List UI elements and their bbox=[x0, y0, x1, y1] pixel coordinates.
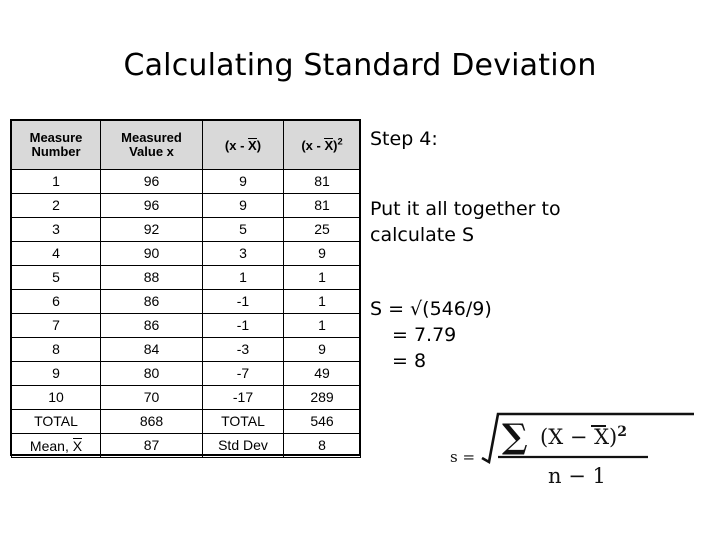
denominator-expression: n − 1 bbox=[548, 464, 606, 488]
header-line-2: Number bbox=[31, 144, 81, 159]
notes-panel: Step 4: Put it all together to calculate… bbox=[370, 126, 714, 374]
deviation-close-paren: ) bbox=[256, 138, 262, 154]
numerator-x-bar: X bbox=[594, 425, 609, 449]
cell-deviation: 1 bbox=[202, 265, 284, 290]
cell-deviation-squared: 9 bbox=[283, 241, 361, 266]
cell-measured-value: 70 bbox=[100, 385, 203, 410]
cell-measure-number: 4 bbox=[11, 241, 101, 266]
deviation-sq-open-paren: (x - bbox=[301, 138, 325, 154]
cell-deviation: 5 bbox=[202, 217, 284, 242]
instruction-line-1: Put it all together to bbox=[370, 198, 561, 220]
cell-measured-value: 96 bbox=[100, 193, 203, 218]
calculation-block: S = √(546/9) = 7.79 = 8 bbox=[370, 296, 714, 374]
deviation-open-paren: (x - bbox=[224, 138, 249, 154]
cell-measured-value: 86 bbox=[100, 313, 203, 338]
cell-measured-value: 96 bbox=[100, 169, 203, 194]
table-row: 6 86 -1 1 bbox=[11, 289, 361, 314]
instruction-block: Put it all together to calculate S bbox=[370, 196, 714, 248]
formula-lhs: s = bbox=[450, 448, 475, 466]
table-row: 2 96 9 81 bbox=[11, 193, 361, 218]
cell-deviation-squared: 49 bbox=[283, 361, 361, 386]
table-row: 3 92 5 25 bbox=[11, 217, 361, 242]
header-line-2: Value x bbox=[129, 144, 174, 159]
cell-measured-value: 86 bbox=[100, 289, 203, 314]
cell-measure-number: 7 bbox=[11, 313, 101, 338]
table-row: 7 86 -1 1 bbox=[11, 313, 361, 338]
cell-deviation-squared: 9 bbox=[283, 337, 361, 362]
table-header-row: Measure Number Measured Value x (x - X) … bbox=[11, 120, 361, 170]
x-bar-symbol: X bbox=[248, 138, 257, 154]
cell-deviation: -17 bbox=[202, 385, 284, 410]
cell-total-label-deviation: TOTAL bbox=[202, 409, 284, 434]
column-header-measure-number: Measure Number bbox=[11, 120, 101, 170]
cell-measured-value: 90 bbox=[100, 241, 203, 266]
cell-total-deviation-squared: 546 bbox=[283, 409, 361, 434]
cell-mean-value: 87 bbox=[100, 433, 203, 458]
calc-line-result-decimal: = 7.79 bbox=[392, 324, 457, 346]
cell-measure-number: 1 bbox=[11, 169, 101, 194]
table-body: 1 96 9 81 2 96 9 81 3 92 5 25 4 90 3 9 5 88 1 1 6 86 -1 1 7 86 -1 1… bbox=[11, 169, 361, 458]
table-row: 10 70 -17 289 bbox=[11, 385, 361, 410]
summation-sigma-symbol: ∑ bbox=[502, 417, 528, 457]
table-row-mean: Mean, X 87 Std Dev 8 bbox=[11, 433, 361, 458]
standard-deviation-formula-image: s = ∑ (X − X)2 n − 1 bbox=[448, 400, 700, 492]
cell-measured-value: 80 bbox=[100, 361, 203, 386]
cell-measure-number: 6 bbox=[11, 289, 101, 314]
numerator-open: (X − bbox=[540, 425, 594, 449]
column-header-measured-value: Measured Value x bbox=[100, 120, 203, 170]
cell-deviation-squared: 1 bbox=[283, 289, 361, 314]
cell-deviation: -1 bbox=[202, 313, 284, 338]
cell-measure-number: 9 bbox=[11, 361, 101, 386]
column-header-deviation-squared: (x - X)2 bbox=[283, 120, 361, 170]
cell-measure-number: 10 bbox=[11, 385, 101, 410]
table-row-total: TOTAL 868 TOTAL 546 bbox=[11, 409, 361, 434]
cell-deviation-squared: 289 bbox=[283, 385, 361, 410]
cell-measured-value: 84 bbox=[100, 337, 203, 362]
table-row: 5 88 1 1 bbox=[11, 265, 361, 290]
numerator-superscript: 2 bbox=[617, 424, 627, 440]
cell-deviation-squared: 81 bbox=[283, 193, 361, 218]
cell-measure-number: 2 bbox=[11, 193, 101, 218]
cell-measure-number: 5 bbox=[11, 265, 101, 290]
superscript-two: 2 bbox=[337, 136, 343, 147]
cell-deviation: -7 bbox=[202, 361, 284, 386]
cell-deviation: 9 bbox=[202, 193, 284, 218]
numerator-close: ) bbox=[609, 425, 617, 449]
table-row: 9 80 -7 49 bbox=[11, 361, 361, 386]
cell-deviation: -3 bbox=[202, 337, 284, 362]
calc-line-result-rounded: = 8 bbox=[392, 350, 427, 372]
cell-deviation: 3 bbox=[202, 241, 284, 266]
cell-total-label: TOTAL bbox=[11, 409, 101, 434]
cell-deviation: 9 bbox=[202, 169, 284, 194]
cell-measure-number: 8 bbox=[11, 337, 101, 362]
calc-line-s-equals-sqrt: S = √(546/9) bbox=[370, 298, 492, 320]
column-header-deviation: (x - X) bbox=[202, 120, 284, 170]
cell-deviation-squared: 25 bbox=[283, 217, 361, 242]
numerator-expression: (X − X)2 bbox=[540, 424, 627, 449]
instruction-line-2: calculate S bbox=[370, 224, 475, 246]
cell-measured-value: 92 bbox=[100, 217, 203, 242]
standard-deviation-table: Measure Number Measured Value x (x - X) … bbox=[11, 120, 361, 458]
cell-deviation-squared: 81 bbox=[283, 169, 361, 194]
cell-std-dev-value: 8 bbox=[283, 433, 361, 458]
cell-deviation: -1 bbox=[202, 289, 284, 314]
cell-total-measured-value: 868 bbox=[100, 409, 203, 434]
x-bar-symbol: X bbox=[72, 438, 83, 455]
cell-std-dev-label: Std Dev bbox=[202, 433, 284, 458]
table-row: 1 96 9 81 bbox=[11, 169, 361, 194]
cell-measured-value: 88 bbox=[100, 265, 203, 290]
step-label: Step 4: bbox=[370, 128, 438, 150]
table-row: 8 84 -3 9 bbox=[11, 337, 361, 362]
table-row: 4 90 3 9 bbox=[11, 241, 361, 266]
cell-mean-label: Mean, X bbox=[11, 433, 101, 458]
cell-deviation-squared: 1 bbox=[283, 313, 361, 338]
cell-deviation-squared: 1 bbox=[283, 265, 361, 290]
page-title: Calculating Standard Deviation bbox=[123, 48, 597, 83]
cell-measure-number: 3 bbox=[11, 217, 101, 242]
x-bar-symbol: X bbox=[324, 138, 334, 154]
